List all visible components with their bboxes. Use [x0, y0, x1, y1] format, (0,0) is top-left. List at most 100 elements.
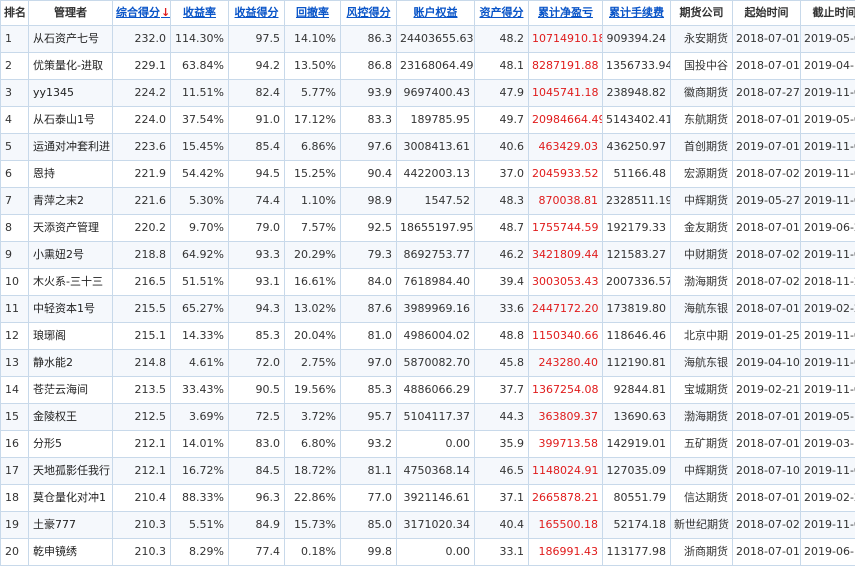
cell-risk_score: 90.4 — [340, 160, 397, 188]
table-row[interactable]: 15 金陵权王 212.5 3.69% 72.5 3.72% 95.7 5104117.37 4… — [0, 403, 855, 431]
cell-risk_score: 93.9 — [340, 79, 397, 107]
cell-drawdown: 17.12% — [284, 106, 341, 134]
table-row[interactable]: 3 yy1345 224.2 11.51% 82.4 5.77% 93.9 9697400.4… — [0, 79, 855, 107]
cell-net_profit: 870038.81 — [528, 187, 603, 215]
cell-manager: 从石泰山1号 — [28, 106, 113, 134]
table-header: 排名 管理者 综合得分↓ 收益率 收益得分 回撤率 风控得分 账户权益 资产得分 累计净盈亏 累计手… — [0, 0, 855, 26]
table-row[interactable]: 14 苍茫云海间 213.5 33.43% 90.5 19.56% 85.3 4886066.… — [0, 376, 855, 404]
table-row[interactable]: 1 从石资产七号 232.0 114.30% 97.5 14.10% 86.3 2440365… — [0, 25, 855, 53]
cell-net_profit: 3003053.43 — [528, 268, 603, 296]
cell-company: 海航东银 — [670, 349, 733, 377]
table-row[interactable]: 13 静水能2 214.8 4.61% 72.0 2.75% 97.0 5870082.70 4… — [0, 349, 855, 377]
cell-equity: 3171020.34 — [396, 511, 475, 539]
cell-score: 216.5 — [112, 268, 171, 296]
cell-net_profit: 2045933.52 — [528, 160, 603, 188]
cell-rank: 19 — [0, 511, 29, 539]
table-row[interactable]: 12 琅琊阁 215.1 14.33% 85.3 20.04% 81.0 4986004.02… — [0, 322, 855, 350]
cell-rank: 7 — [0, 187, 29, 215]
cell-equity: 1547.52 — [396, 187, 475, 215]
cell-asset_score: 48.3 — [474, 187, 529, 215]
cell-return_rate: 11.51% — [170, 79, 229, 107]
cell-manager: 分形5 — [28, 430, 113, 458]
cell-net_profit: 1148024.91 — [528, 457, 603, 485]
cell-score: 232.0 — [112, 25, 171, 53]
cell-asset_score: 48.8 — [474, 322, 529, 350]
cell-score: 221.6 — [112, 187, 171, 215]
table-row[interactable]: 8 天添资产管理 220.2 9.70% 79.0 7.57% 92.5 18655197.9… — [0, 214, 855, 242]
cell-score: 220.2 — [112, 214, 171, 242]
cell-equity: 0.00 — [396, 538, 475, 566]
cell-return_score: 96.3 — [228, 484, 285, 512]
column-header-label: 风控得分 — [346, 6, 391, 19]
column-header-asset_score[interactable]: 资产得分 — [474, 0, 529, 26]
table-row[interactable]: 7 青萍之末2 221.6 5.30% 74.4 1.10% 98.9 1547.52 48.3… — [0, 187, 855, 215]
cell-fees: 909394.24 — [602, 25, 671, 53]
column-header-return_rate[interactable]: 收益率 — [170, 0, 229, 26]
cell-return_score: 90.5 — [228, 376, 285, 404]
cell-company: 金友期货 — [670, 214, 733, 242]
column-header-return_score[interactable]: 收益得分 — [228, 0, 285, 26]
column-header-label: 收益得分 — [234, 6, 279, 19]
cell-equity: 4986004.02 — [396, 322, 475, 350]
cell-fees: 80551.79 — [602, 484, 671, 512]
table-row[interactable]: 19 土豪777 210.3 5.51% 84.9 15.73% 85.0 3171020.3… — [0, 511, 855, 539]
cell-drawdown: 14.10% — [284, 25, 341, 53]
cell-risk_score: 95.7 — [340, 403, 397, 431]
table-row[interactable]: 2 优策量化-进取 229.1 63.84% 94.2 13.50% 86.8 2316806… — [0, 52, 855, 80]
cell-asset_score: 46.2 — [474, 241, 529, 269]
table-row[interactable]: 9 小熏妞2号 218.8 64.92% 93.3 20.29% 79.3 8692753.7… — [0, 241, 855, 269]
cell-return_score: 84.5 — [228, 457, 285, 485]
cell-company: 首创期货 — [670, 133, 733, 161]
column-header-score[interactable]: 综合得分↓ — [112, 0, 171, 26]
cell-manager: 小熏妞2号 — [28, 241, 113, 269]
cell-asset_score: 33.6 — [474, 295, 529, 323]
cell-risk_score: 86.3 — [340, 25, 397, 53]
cell-score: 215.5 — [112, 295, 171, 323]
table-row[interactable]: 16 分形5 212.1 14.01% 83.0 6.80% 93.2 0.00 35.9 399… — [0, 430, 855, 458]
cell-return_score: 94.2 — [228, 52, 285, 80]
cell-asset_score: 48.1 — [474, 52, 529, 80]
column-header-risk_score[interactable]: 风控得分 — [340, 0, 397, 26]
cell-return_score: 85.3 — [228, 322, 285, 350]
cell-risk_score: 77.0 — [340, 484, 397, 512]
cell-return_rate: 65.27% — [170, 295, 229, 323]
cell-fees: 121583.27 — [602, 241, 671, 269]
cell-net_profit: 1150340.66 — [528, 322, 603, 350]
cell-return_score: 74.4 — [228, 187, 285, 215]
column-header-manager: 管理者 — [28, 0, 113, 26]
cell-manager: 中轻资本1号 — [28, 295, 113, 323]
cell-asset_score: 37.1 — [474, 484, 529, 512]
cell-equity: 4422003.13 — [396, 160, 475, 188]
table-row[interactable]: 4 从石泰山1号 224.0 37.54% 91.0 17.12% 83.3 189785.9… — [0, 106, 855, 134]
column-header-equity[interactable]: 账户权益 — [396, 0, 475, 26]
cell-drawdown: 20.04% — [284, 322, 341, 350]
table-row[interactable]: 10 木火系-三十三 216.5 51.51% 93.1 16.61% 84.0 761898… — [0, 268, 855, 296]
column-header-net_profit[interactable]: 累计净盈亏 — [528, 0, 603, 26]
cell-start: 2018-07-10 — [732, 457, 801, 485]
cell-rank: 5 — [0, 133, 29, 161]
cell-risk_score: 85.3 — [340, 376, 397, 404]
column-header-drawdown[interactable]: 回撤率 — [284, 0, 341, 26]
cell-score: 224.0 — [112, 106, 171, 134]
cell-return_score: 83.0 — [228, 430, 285, 458]
cell-return_score: 85.4 — [228, 133, 285, 161]
cell-equity: 5104117.37 — [396, 403, 475, 431]
cell-rank: 6 — [0, 160, 29, 188]
header-row: 排名 管理者 综合得分↓ 收益率 收益得分 回撤率 风控得分 账户权益 资产得分 累计净盈亏 累计手… — [0, 0, 855, 26]
cell-asset_score: 37.7 — [474, 376, 529, 404]
table-row[interactable]: 20 乾申镜绣 210.3 8.29% 77.4 0.18% 99.8 0.00 33.1 186… — [0, 538, 855, 566]
table-row[interactable]: 18 莫仓量化对冲1 210.4 88.33% 96.3 22.86% 77.0 392114… — [0, 484, 855, 512]
cell-end: 2019-06-10 — [800, 538, 855, 566]
table-row[interactable]: 11 中轻资本1号 215.5 65.27% 94.3 13.02% 87.6 3989969… — [0, 295, 855, 323]
cell-asset_score: 45.8 — [474, 349, 529, 377]
cell-return_rate: 64.92% — [170, 241, 229, 269]
table-row[interactable]: 6 恩持 221.9 54.42% 94.5 15.25% 90.4 4422003.13 37… — [0, 160, 855, 188]
column-header-fees[interactable]: 累计手续费 — [602, 0, 671, 26]
column-header-start: 起始时间 — [732, 0, 801, 26]
cell-net_profit: 1755744.59 — [528, 214, 603, 242]
cell-company: 中财期货 — [670, 241, 733, 269]
cell-net_profit: 2665878.21 — [528, 484, 603, 512]
table-row[interactable]: 5 运通对冲套利进 223.6 15.45% 85.4 6.86% 97.6 3008413.… — [0, 133, 855, 161]
table-row[interactable]: 17 天地孤影任我行 212.1 16.72% 84.5 18.72% 81.1 475036… — [0, 457, 855, 485]
cell-score: 218.8 — [112, 241, 171, 269]
